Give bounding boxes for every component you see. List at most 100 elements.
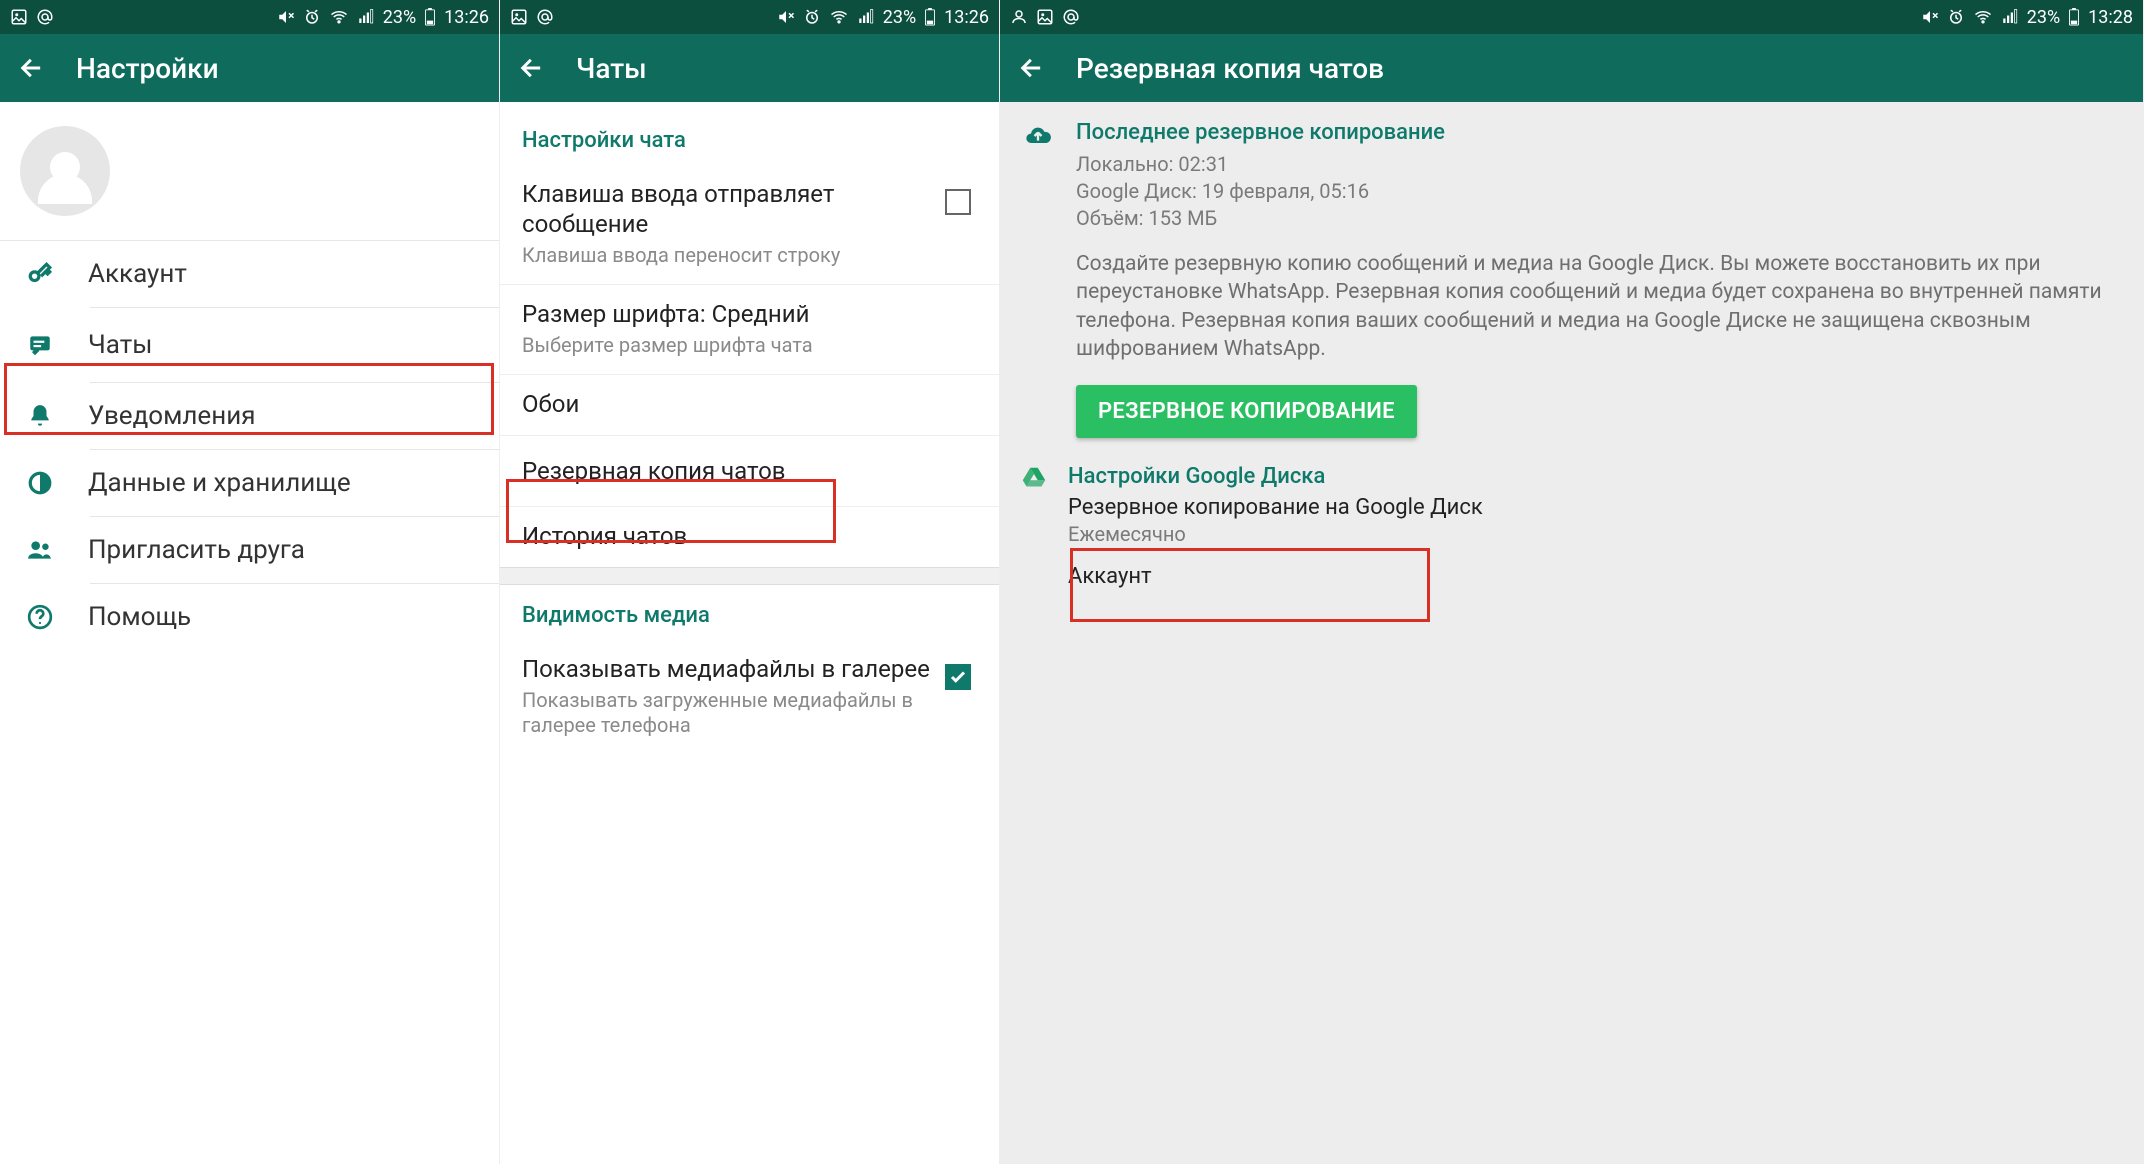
backup-local-line: Локально: 02:31 <box>1076 151 2125 178</box>
backup-gdrive-line: Google Диск: 19 февраля, 05:16 <box>1076 178 2125 205</box>
settings-item-data[interactable]: Данные и хранилище <box>0 450 499 516</box>
content: Последнее резервное копирование Локально… <box>1000 102 2143 1164</box>
mute-icon <box>777 8 795 26</box>
settings-item-invite[interactable]: Пригласить друга <box>0 517 499 583</box>
alarm-icon <box>303 8 321 26</box>
content: Настройки чата Клавиша ввода отправляет … <box>500 102 999 1164</box>
battery-pct: 23% <box>383 7 416 28</box>
setting-backup[interactable]: Резервная копия чатов <box>500 436 999 507</box>
setting-title: Резервная копия чатов <box>522 456 977 486</box>
at-icon <box>36 8 54 26</box>
setting-enter-send[interactable]: Клавиша ввода отправляет сообщение Клави… <box>500 165 999 285</box>
gdrive-settings-section: Настройки Google Диска Резервное копиров… <box>1000 438 2143 589</box>
mute-icon <box>277 8 295 26</box>
page-title: Резервная копия чатов <box>1076 52 1384 85</box>
checkbox-checked[interactable] <box>945 664 971 690</box>
setting-title: Показывать медиафайлы в галерее <box>522 654 933 684</box>
help-icon <box>22 604 58 630</box>
status-bar: 23% 13:28 <box>1000 0 2143 34</box>
chat-icon <box>22 332 58 358</box>
screen-settings: 23% 13:26 Настройки Аккаунт Чаты <box>0 0 500 1164</box>
setting-font-size[interactable]: Размер шрифта: Средний Выберите размер ш… <box>500 285 999 375</box>
setting-title: Размер шрифта: Средний <box>522 299 977 329</box>
setting-title: Обои <box>522 389 977 419</box>
app-bar: Резервная копия чатов <box>1000 34 2143 102</box>
content: Аккаунт Чаты Уведомления Данные и хранил… <box>0 102 499 1164</box>
at-icon <box>536 8 554 26</box>
wifi-icon <box>1973 8 1993 26</box>
data-icon <box>22 470 58 496</box>
page-title: Чаты <box>576 52 647 85</box>
setting-wallpaper[interactable]: Обои <box>500 375 999 436</box>
section-divider <box>500 567 999 585</box>
back-button[interactable] <box>1018 54 1046 82</box>
checkbox-unchecked[interactable] <box>945 189 971 215</box>
app-bar: Чаты <box>500 34 999 102</box>
status-bar: 23% 13:26 <box>0 0 499 34</box>
status-bar: 23% 13:26 <box>500 0 999 34</box>
at-icon <box>1062 8 1080 26</box>
app-bar: Настройки <box>0 34 499 102</box>
setting-sub: Клавиша ввода переносит строку <box>522 243 933 268</box>
settings-item-account[interactable]: Аккаунт <box>0 241 499 307</box>
settings-item-chats[interactable]: Чаты <box>0 308 499 382</box>
clock: 13:26 <box>944 7 989 28</box>
last-backup-section: Последнее резервное копирование Локально… <box>1000 102 2143 438</box>
settings-item-notifications[interactable]: Уведомления <box>0 383 499 449</box>
gdrive-settings-heading: Настройки Google Диска <box>1068 464 2125 489</box>
settings-item-label: Уведомления <box>88 401 256 431</box>
wifi-icon <box>329 8 349 26</box>
screen-backup: 23% 13:28 Резервная копия чатов Последне… <box>1000 0 2144 1164</box>
section-header-media: Видимость медиа <box>500 585 999 640</box>
image-icon <box>510 8 528 26</box>
page-title: Настройки <box>76 52 219 85</box>
account-row[interactable]: Аккаунт <box>1068 564 2125 589</box>
screen-chats: 23% 13:26 Чаты Настройки чата Клавиша вв… <box>500 0 1000 1164</box>
setting-sub: Показывать загруженные медиафайлы в гале… <box>522 688 933 738</box>
gdrive-icon <box>1018 464 1050 589</box>
backup-to-sub: Ежемесячно <box>1068 522 2125 546</box>
setting-history[interactable]: История чатов <box>500 507 999 567</box>
wifi-icon <box>829 8 849 26</box>
clock: 13:26 <box>444 7 489 28</box>
settings-item-label: Аккаунт <box>88 259 187 289</box>
battery-icon <box>924 8 936 26</box>
backup-size-line: Объём: 153 МБ <box>1076 205 2125 232</box>
battery-pct: 23% <box>883 7 916 28</box>
battery-icon <box>2068 8 2080 26</box>
backup-to-title[interactable]: Резервное копирование на Google Диск <box>1068 495 2125 520</box>
cloud-up-icon <box>1018 120 1058 438</box>
back-button[interactable] <box>518 54 546 82</box>
setting-sub: Выберите размер шрифта чата <box>522 333 977 358</box>
bell-icon <box>22 403 58 429</box>
mute-icon <box>1921 8 1939 26</box>
settings-item-label: Пригласить друга <box>88 535 305 565</box>
profile-row[interactable] <box>0 102 499 241</box>
last-backup-heading: Последнее резервное копирование <box>1076 120 2125 145</box>
battery-pct: 23% <box>2027 7 2060 28</box>
battery-icon <box>424 8 436 26</box>
signal-icon <box>357 8 375 26</box>
signal-icon <box>2001 8 2019 26</box>
clock: 13:28 <box>2088 7 2133 28</box>
settings-item-label: Помощь <box>88 602 191 632</box>
image-icon <box>1036 8 1054 26</box>
avatar <box>20 126 110 216</box>
setting-title: История чатов <box>522 521 977 551</box>
people-icon <box>22 537 58 563</box>
settings-item-label: Данные и хранилище <box>88 468 351 498</box>
back-button[interactable] <box>18 54 46 82</box>
image-icon <box>10 8 28 26</box>
settings-list: Аккаунт Чаты Уведомления Данные и хранил… <box>0 241 499 650</box>
backup-description: Создайте резервную копию сообщений и мед… <box>1076 250 2125 363</box>
settings-item-help[interactable]: Помощь <box>0 584 499 650</box>
section-header-chat: Настройки чата <box>500 102 999 165</box>
alarm-icon <box>1947 8 1965 26</box>
key-icon <box>22 261 58 287</box>
backup-now-button[interactable]: РЕЗЕРВНОЕ КОПИРОВАНИЕ <box>1076 385 1417 438</box>
alarm-icon <box>803 8 821 26</box>
person-icon <box>1010 8 1028 26</box>
setting-media-visibility[interactable]: Показывать медиафайлы в галерее Показыва… <box>500 640 999 754</box>
settings-item-label: Чаты <box>88 330 152 360</box>
setting-title: Клавиша ввода отправляет сообщение <box>522 179 933 239</box>
